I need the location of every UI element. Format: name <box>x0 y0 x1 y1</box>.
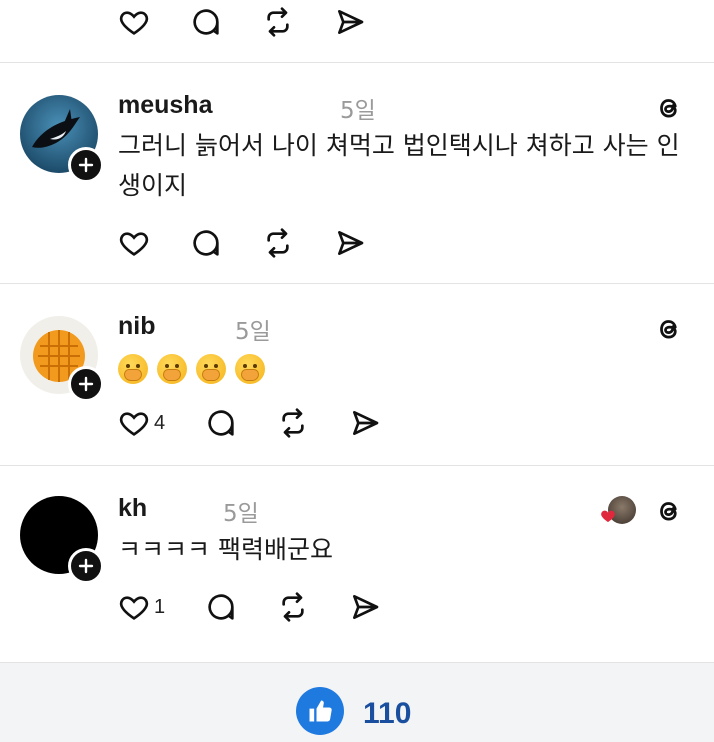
comment-icon <box>193 230 219 256</box>
username[interactable]: kh <box>118 494 147 523</box>
post-kh: kh 5일 ㅋㅋㅋㅋ 팩력배군요 1 <box>0 466 714 662</box>
emoji-row <box>118 354 265 384</box>
follow-button[interactable] <box>68 147 104 183</box>
timestamp: 5일 <box>235 319 271 345</box>
share-button[interactable] <box>349 591 381 623</box>
reply-button[interactable] <box>190 227 222 259</box>
like-count: 1 <box>154 595 166 618</box>
like-count: 4 <box>154 411 166 434</box>
repost-button[interactable] <box>277 407 309 439</box>
like-footer: 110 <box>0 663 714 742</box>
total-like-count: 110 <box>363 697 412 730</box>
post-nib: nib 5일 4 <box>0 284 714 465</box>
send-icon <box>338 231 364 255</box>
threads-icon[interactable] <box>654 314 684 344</box>
threads-icon[interactable] <box>654 496 684 526</box>
thumbs-up-button[interactable] <box>296 687 344 735</box>
reply-button[interactable] <box>205 591 237 623</box>
username[interactable]: meusha <box>118 91 212 120</box>
repost-icon <box>282 592 304 622</box>
comment-icon <box>208 594 234 620</box>
action-row <box>118 223 406 263</box>
plus-icon <box>78 157 94 173</box>
repost-icon <box>267 7 289 37</box>
share-button[interactable] <box>349 407 381 439</box>
reply-button[interactable] <box>205 407 237 439</box>
threads-icon[interactable] <box>654 93 684 123</box>
face-with-hand-over-mouth-emoji <box>118 354 148 384</box>
like-button[interactable]: 4 <box>118 407 165 439</box>
plus-icon <box>78 376 94 392</box>
share-button[interactable] <box>334 227 366 259</box>
repost-icon <box>267 228 289 258</box>
send-icon <box>353 411 379 435</box>
like-button[interactable] <box>118 6 150 38</box>
face-with-hand-over-mouth-emoji <box>235 354 265 384</box>
share-button[interactable] <box>334 6 366 38</box>
heart-icon <box>119 232 149 256</box>
send-icon <box>338 9 364 34</box>
comment-icon <box>193 9 219 35</box>
post-text: 그러니 늙어서 나이 쳐먹고 법인택시나 쳐하고 사는 인생이지 <box>118 131 680 200</box>
send-icon <box>353 595 379 619</box>
heart-icon <box>119 412 149 436</box>
follow-button[interactable] <box>68 366 104 402</box>
heart-icon <box>119 11 149 35</box>
repost-button[interactable] <box>262 227 294 259</box>
face-with-hand-over-mouth-emoji <box>157 354 187 384</box>
comment-icon <box>208 410 234 436</box>
reply-button[interactable] <box>190 6 222 38</box>
action-row: 4 <box>118 403 421 443</box>
face-with-hand-over-mouth-emoji <box>196 354 226 384</box>
repost-button[interactable] <box>262 6 294 38</box>
like-button[interactable]: 1 <box>118 591 165 623</box>
username[interactable]: nib <box>118 312 156 341</box>
repost-button[interactable] <box>277 591 309 623</box>
timestamp: 5일 <box>340 98 376 124</box>
post-text: ㅋㅋㅋㅋ 팩력배군요 <box>118 535 333 564</box>
action-row-top <box>118 2 406 42</box>
thumbs-up-icon <box>309 700 332 722</box>
like-button[interactable] <box>118 227 150 259</box>
follow-button[interactable] <box>68 548 104 584</box>
repost-icon <box>282 408 304 438</box>
heart-icon <box>119 596 149 620</box>
plus-icon <box>78 558 94 574</box>
timestamp: 5일 <box>223 501 259 527</box>
heart-badge-icon <box>601 510 615 522</box>
post-meusha: meusha 5일 그러니 늙어서 나이 쳐먹고 법인택시나 쳐하고 사는 인생… <box>0 63 714 283</box>
action-row: 1 <box>118 587 421 627</box>
